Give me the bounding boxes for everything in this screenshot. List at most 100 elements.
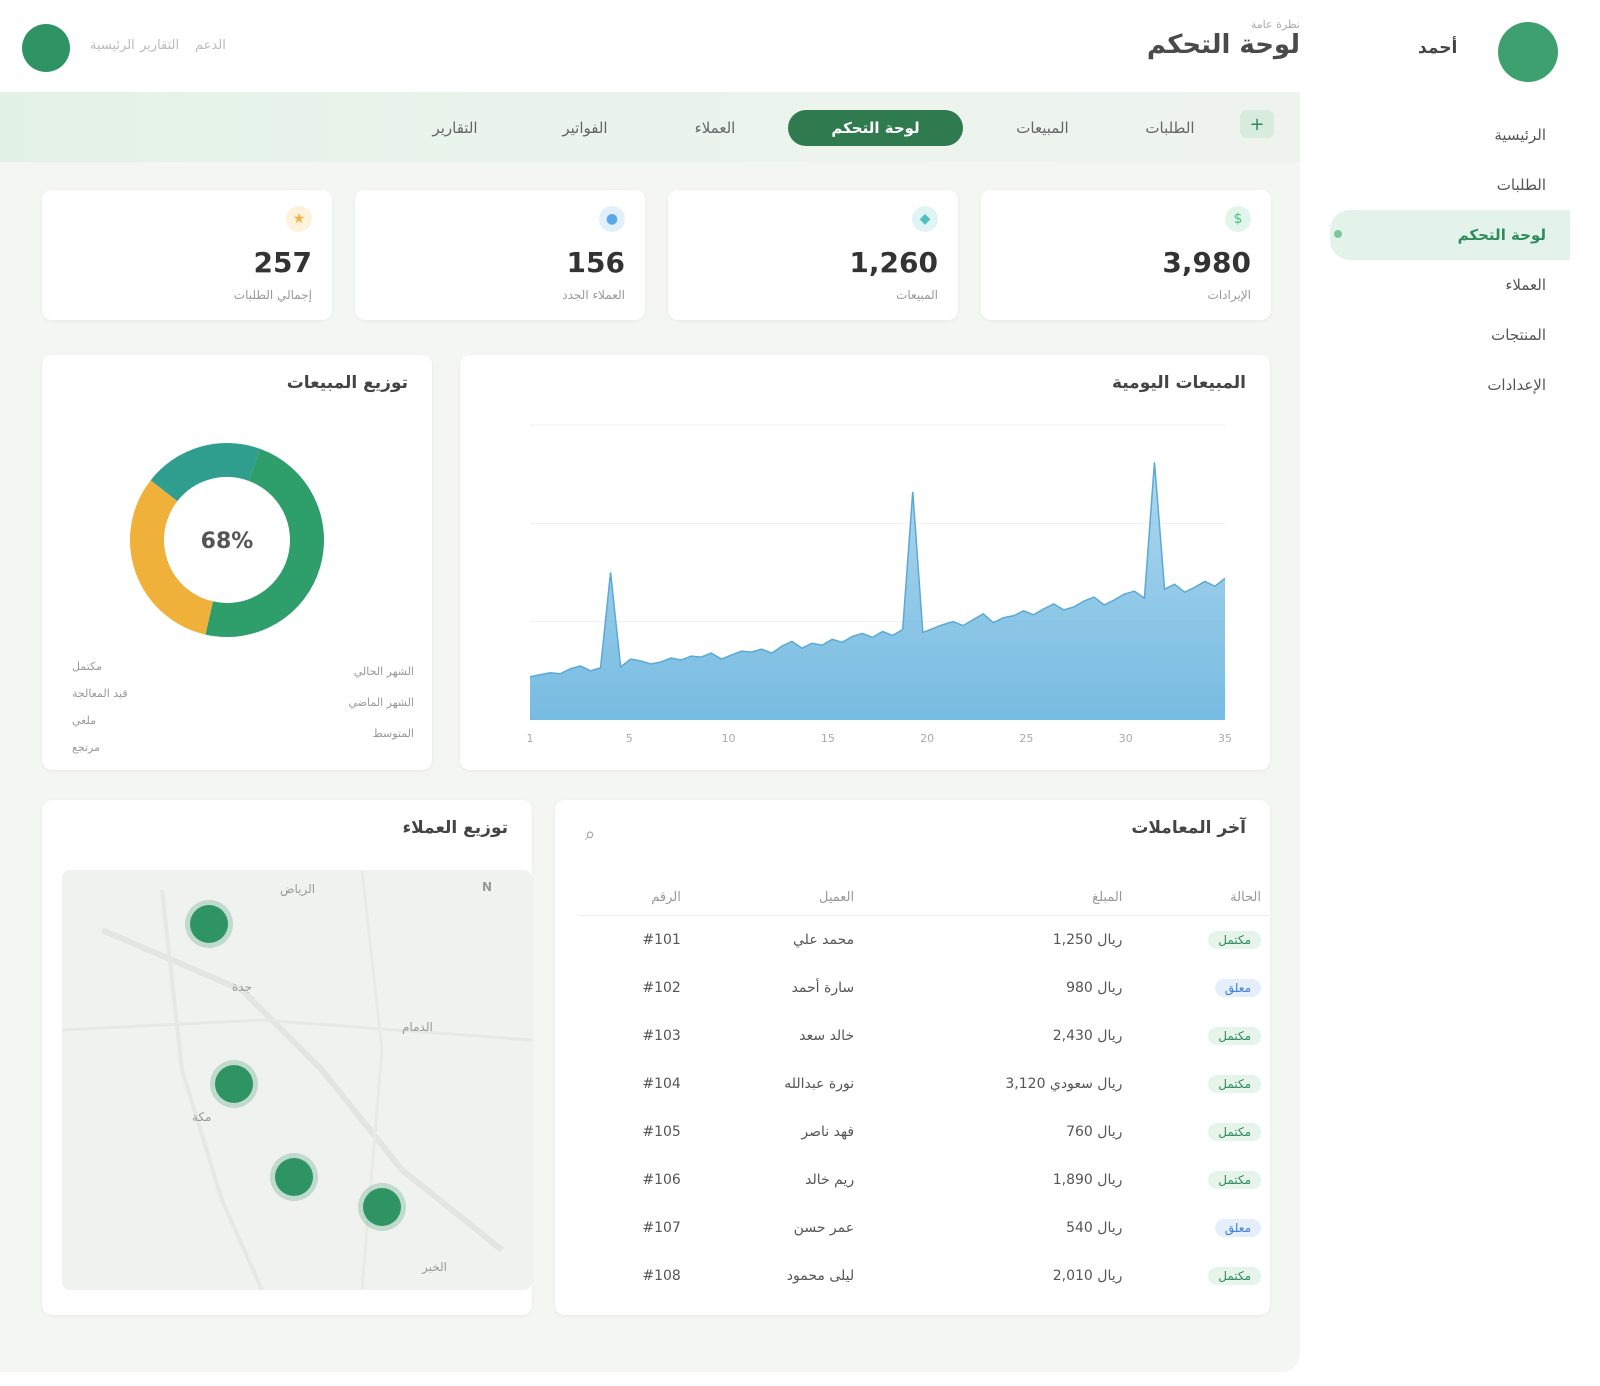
map-roads — [62, 870, 532, 1290]
map-pin[interactable] — [275, 1158, 313, 1196]
kpi-card-new-customers[interactable]: ● 156 العملاء الجدد — [355, 190, 645, 320]
tab-customers[interactable]: العملاء — [665, 110, 765, 146]
x-tick-label: 1 — [527, 732, 534, 745]
dollar-icon: $ — [1225, 206, 1251, 232]
status-badge: مكتمل — [1208, 1170, 1261, 1189]
x-tick-label: 25 — [1019, 732, 1033, 745]
status-badge: معلق — [1214, 978, 1261, 997]
map-pin[interactable] — [190, 905, 228, 943]
kpi-value: 1,260 — [849, 246, 938, 279]
table-row[interactable]: #103 خالد سعد 2,430 ريال مكتمل — [579, 1012, 1269, 1060]
x-tick-label: 5 — [626, 732, 633, 745]
kpi-label: إجمالي الطلبات — [233, 288, 312, 302]
status-cell: مكتمل — [1130, 1108, 1269, 1156]
sidebar-item-label: المنتجات — [1491, 326, 1546, 344]
sidebar-item-products[interactable]: المنتجات — [1320, 310, 1570, 360]
status-badge: مكتمل — [1208, 1074, 1261, 1093]
tab-orders[interactable]: الطلبات — [1120, 110, 1220, 146]
table-cell: فهد ناصر — [801, 1123, 855, 1140]
status-badge: مكتمل — [1208, 1026, 1261, 1045]
table-cell: 2,430 ريال — [1052, 1027, 1123, 1044]
status-badge: مكتمل — [1208, 930, 1261, 949]
x-tick-label: 15 — [821, 732, 835, 745]
donut-slice[interactable] — [150, 443, 261, 502]
logo[interactable] — [22, 24, 70, 72]
table-row[interactable]: #107 عمر حسن 540 ريال معلق — [579, 1204, 1269, 1252]
search-icon[interactable]: ⌕ — [585, 824, 595, 845]
table-title: آخر المعاملات — [1131, 818, 1246, 838]
table-cell: #103 — [642, 1027, 681, 1044]
column-header[interactable]: العميل — [688, 880, 863, 916]
legend-item: مكتمل — [72, 660, 102, 673]
tab-invoices[interactable]: الفواتير — [530, 110, 640, 146]
donut-title: توزيع المبيعات — [286, 373, 408, 393]
table-row[interactable]: #101 محمد علي 1,250 ريال مكتمل — [579, 916, 1269, 964]
kpi-card-revenue[interactable]: $ 3,980 الإيرادات — [981, 190, 1271, 320]
table-row[interactable]: #104 نورة عبدالله 3,120 ريال سعودي مكتمل — [579, 1060, 1269, 1108]
table-cell: #106 — [642, 1171, 681, 1188]
map-pin[interactable] — [363, 1188, 401, 1226]
table-cell: #101 — [642, 931, 681, 948]
sidebar-item-dashboard[interactable]: لوحة التحكم — [1330, 210, 1570, 260]
donut-slice[interactable] — [130, 480, 214, 635]
top-bar: الرئيسية التقارير الدعم نظرة عامة لوحة ا… — [0, 0, 1600, 92]
x-tick-label: 20 — [920, 732, 934, 745]
legend-item: الشهر الحالي — [353, 665, 414, 678]
table-cell: 3,120 ريال سعودي — [1005, 1075, 1123, 1092]
avatar[interactable] — [1498, 22, 1558, 82]
legend-item: الشهر الماضي — [348, 696, 414, 709]
table-cell: #107 — [642, 1219, 681, 1236]
table-row[interactable]: #106 ريم خالد 1,890 ريال مكتمل — [579, 1156, 1269, 1204]
compass-icon: N — [482, 880, 493, 894]
sidebar-item-label: الرئيسية — [1494, 126, 1546, 144]
tab-sales[interactable]: المبيعات — [990, 110, 1095, 146]
top-link-3[interactable]: الدعم — [195, 38, 226, 53]
table-row[interactable]: #102 سارة أحمد 980 ريال معلق — [579, 964, 1269, 1012]
table-cell: #104 — [642, 1075, 681, 1092]
map-pin[interactable] — [215, 1065, 253, 1103]
table-cell: عمر حسن — [793, 1219, 855, 1236]
kpi-card-orders[interactable]: ★ 257 إجمالي الطلبات — [42, 190, 332, 320]
column-header[interactable]: الحالة — [1130, 880, 1269, 916]
sidebar-item-orders[interactable]: الطلبات — [1320, 160, 1570, 210]
area-series[interactable] — [530, 462, 1225, 720]
kpi-value: 257 — [253, 246, 312, 279]
sidebar-item-settings[interactable]: الإعدادات — [1320, 360, 1570, 410]
column-header[interactable]: الرقم — [579, 880, 689, 916]
map[interactable]: الرياض جدة الدمام مكة الخبر N — [62, 870, 532, 1290]
table-row[interactable]: #105 فهد ناصر 760 ريال مكتمل — [579, 1108, 1269, 1156]
kpi-label: العملاء الجدد — [562, 288, 625, 302]
table-cell: 1,250 ريال — [1052, 931, 1123, 948]
add-tab-icon[interactable]: + — [1240, 110, 1274, 138]
tab-reports[interactable]: التقارير — [405, 110, 505, 146]
map-label: الدمام — [402, 1020, 433, 1034]
table-header-row: الرقم العميل المبلغ الحالة — [579, 880, 1269, 916]
table-cell: خالد سعد — [799, 1027, 855, 1044]
sidebar-item-customers[interactable]: العملاء — [1320, 260, 1570, 310]
tab-bar: التقارير الفواتير العملاء لوحة التحكم ال… — [0, 92, 1300, 162]
kpi-label: المبيعات — [896, 288, 938, 302]
legend-item: مرتجع — [72, 741, 100, 754]
status-badge: مكتمل — [1208, 1122, 1261, 1141]
table-row[interactable]: #108 ليلى محمود 2,010 ريال مكتمل — [579, 1252, 1269, 1300]
top-link-1[interactable]: الرئيسية — [90, 38, 135, 53]
area-chart: 1 5 10 15 20 25 30 35 — [527, 424, 1232, 745]
user-name[interactable]: أحمد — [1418, 38, 1457, 58]
table-cell: #102 — [642, 979, 681, 996]
sidebar-item-label: الإعدادات — [1487, 376, 1546, 394]
kpi-card-sales[interactable]: ◆ 1,260 المبيعات — [668, 190, 958, 320]
column-header[interactable]: المبلغ — [862, 880, 1131, 916]
map-label: مكة — [192, 1110, 212, 1124]
table-cell: محمد علي — [793, 931, 855, 948]
tab-dashboard[interactable]: لوحة التحكم — [788, 110, 963, 146]
kpi-value: 156 — [566, 246, 625, 279]
table-cell: ليلى محمود — [786, 1267, 855, 1284]
top-link-2[interactable]: التقارير — [140, 38, 179, 53]
sidebar-item-home[interactable]: الرئيسية — [1320, 110, 1570, 160]
user-icon: ● — [599, 206, 625, 232]
cart-icon: ◆ — [912, 206, 938, 232]
star-icon: ★ — [286, 206, 312, 232]
area-title: المبيعات اليومية — [1111, 373, 1246, 393]
x-tick-label: 35 — [1218, 732, 1232, 745]
transactions-card: آخر المعاملات ⌕ الرقم العميل المبلغ الحا… — [555, 800, 1270, 1315]
